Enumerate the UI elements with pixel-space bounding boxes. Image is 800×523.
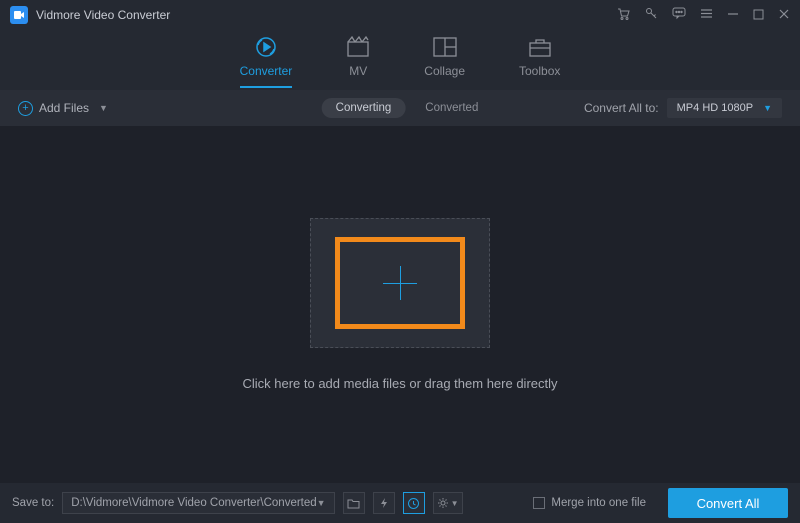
tab-label: Converter — [240, 64, 293, 78]
converter-icon — [254, 36, 278, 58]
tab-label: Toolbox — [519, 64, 560, 78]
main-area: Click here to add media files or drag th… — [0, 126, 800, 483]
save-path-select[interactable]: D:\Vidmore\Vidmore Video Converter\Conve… — [62, 492, 334, 514]
key-icon[interactable] — [645, 7, 658, 23]
converting-tab[interactable]: Converting — [322, 98, 406, 118]
dropzone-hint: Click here to add media files or drag th… — [242, 376, 557, 391]
tab-toolbox[interactable]: Toolbox — [519, 36, 560, 88]
hardware-accel-button[interactable] — [373, 492, 395, 514]
add-files-button[interactable]: + Add Files ▼ — [18, 101, 108, 116]
toolbox-icon — [528, 36, 552, 58]
tab-collage[interactable]: Collage — [424, 36, 465, 88]
feedback-icon[interactable] — [672, 7, 686, 23]
maximize-icon[interactable] — [753, 8, 764, 23]
close-icon[interactable] — [778, 8, 790, 23]
chevron-down-icon: ▼ — [99, 103, 108, 113]
mv-icon — [346, 36, 370, 58]
converted-tab[interactable]: Converted — [425, 102, 478, 114]
add-media-dropzone[interactable] — [310, 218, 490, 348]
save-path-value: D:\Vidmore\Vidmore Video Converter\Conve… — [71, 497, 316, 509]
highlight-box — [335, 237, 465, 329]
chevron-down-icon: ▼ — [317, 498, 326, 508]
plus-icon — [383, 266, 417, 300]
app-logo — [10, 6, 28, 24]
selected-format: MP4 HD 1080P — [677, 102, 753, 114]
minimize-icon[interactable] — [727, 8, 739, 23]
merge-checkbox[interactable]: Merge into one file — [533, 497, 646, 509]
settings-button[interactable]: ▼ — [433, 492, 463, 514]
save-to-label: Save to: — [12, 497, 54, 509]
menu-icon[interactable] — [700, 7, 713, 23]
tab-converter[interactable]: Converter — [240, 36, 293, 88]
high-speed-button[interactable] — [403, 492, 425, 514]
collage-icon — [433, 36, 457, 58]
open-folder-button[interactable] — [343, 492, 365, 514]
merge-label: Merge into one file — [551, 497, 646, 509]
cart-icon[interactable] — [617, 7, 631, 24]
tab-label: MV — [349, 64, 367, 78]
convert-all-to-label: Convert All to: — [584, 101, 659, 115]
chevron-down-icon: ▼ — [451, 499, 459, 508]
plus-circle-icon: + — [18, 101, 33, 116]
convert-all-button[interactable]: Convert All — [668, 488, 788, 518]
checkbox-icon — [533, 497, 545, 509]
titlebar-controls — [617, 7, 790, 24]
secondary-bar: + Add Files ▼ Converting Converted Conve… — [0, 90, 800, 126]
chevron-down-icon: ▼ — [763, 103, 772, 113]
app-title: Vidmore Video Converter — [36, 8, 170, 22]
top-nav: Converter MV Collage Toolbox — [0, 30, 800, 90]
add-files-label: Add Files — [39, 101, 89, 115]
tab-mv[interactable]: MV — [346, 36, 370, 88]
tab-label: Collage — [424, 64, 465, 78]
output-format-select[interactable]: MP4 HD 1080P ▼ — [667, 98, 782, 118]
bottom-bar: Save to: D:\Vidmore\Vidmore Video Conver… — [0, 483, 800, 523]
titlebar: Vidmore Video Converter — [0, 0, 800, 30]
